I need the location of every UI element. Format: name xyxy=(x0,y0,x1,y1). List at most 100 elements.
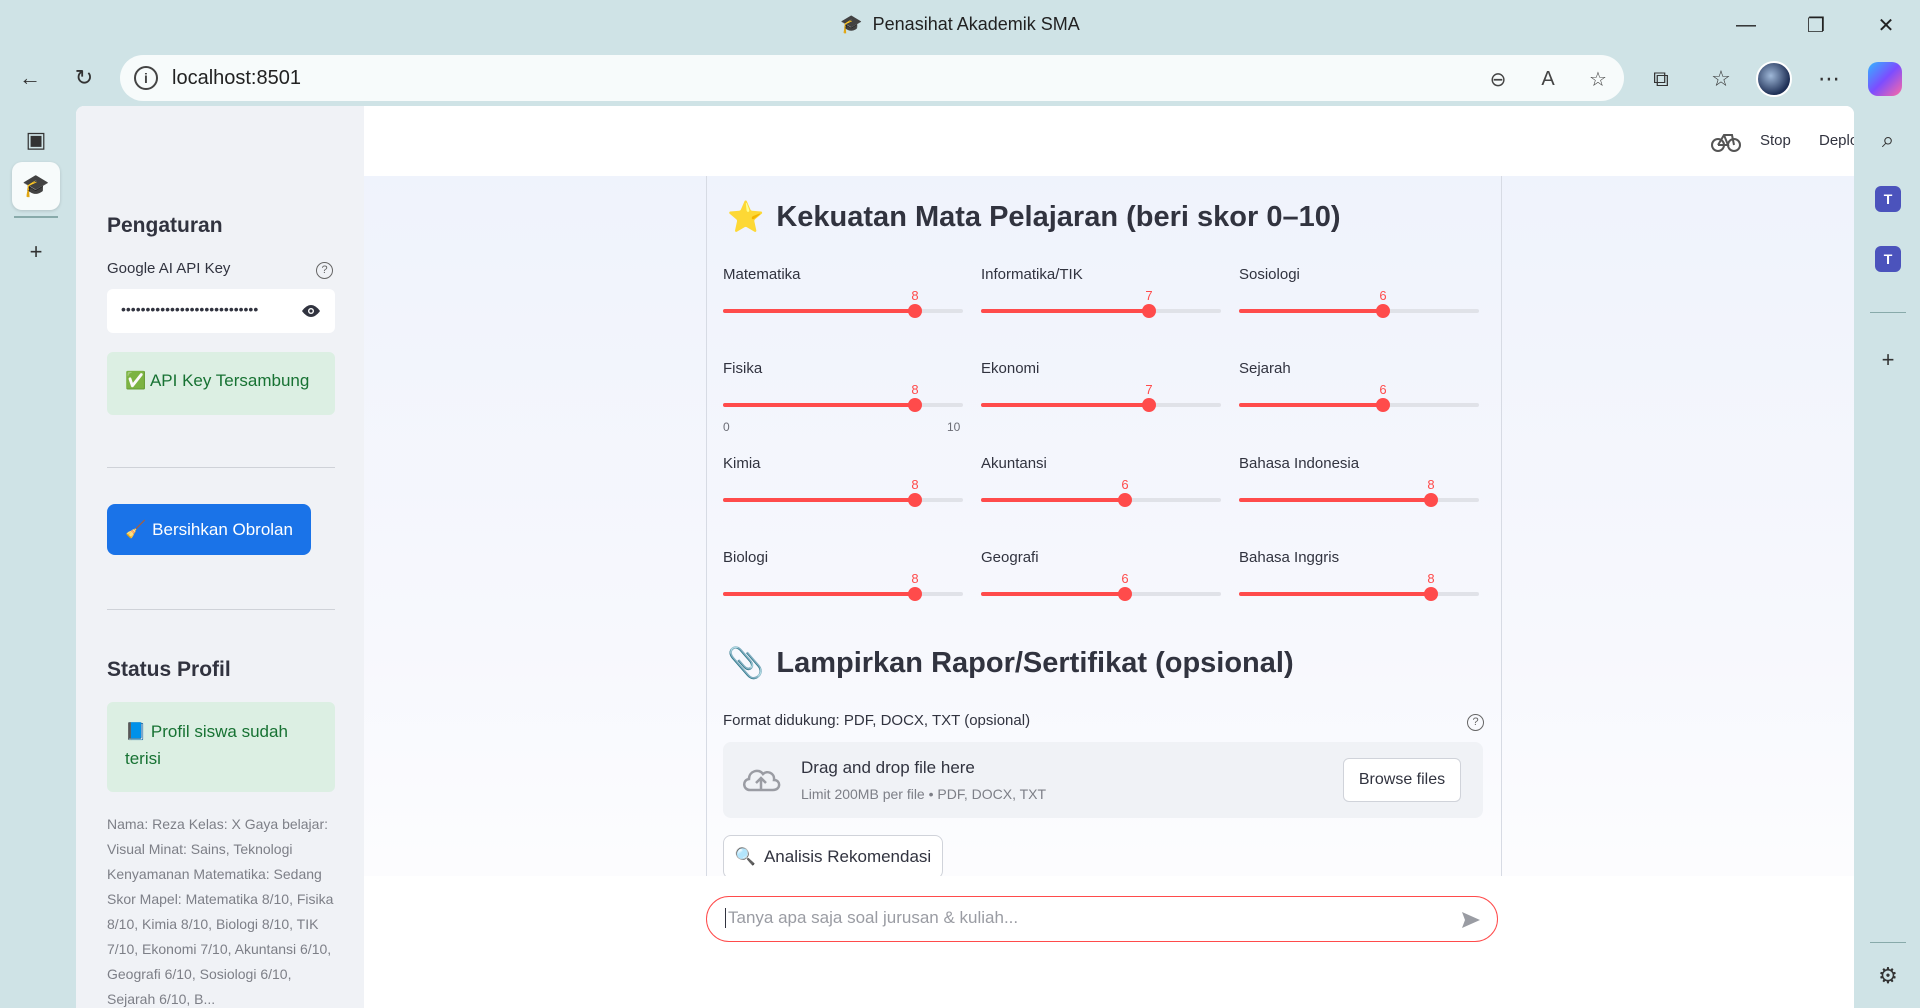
slider-thumb[interactable] xyxy=(908,587,922,601)
paperclip-icon: 📎 xyxy=(727,647,765,680)
slider-label: Fisika xyxy=(723,360,763,377)
favorites-icon[interactable]: ☆ xyxy=(1704,62,1738,96)
slider-thumb[interactable] xyxy=(908,493,922,507)
back-icon[interactable]: ← xyxy=(10,60,50,96)
slider-thumb[interactable] xyxy=(1142,398,1156,412)
url-text[interactable]: localhost:8501 xyxy=(172,67,301,90)
slider-label: Geografi xyxy=(981,549,1039,566)
slider-thumb[interactable] xyxy=(1118,493,1132,507)
edge-sidebar: ⌕ T T + ⚙ xyxy=(1856,106,1920,1008)
subject-slider[interactable]: Akuntansi 6 xyxy=(981,455,1221,545)
clear-chat-button[interactable]: 🧹 Bersihkan Obrolan xyxy=(107,504,311,555)
more-menu-icon[interactable]: ⋯ xyxy=(1812,62,1846,96)
help-question-icon[interactable]: ? xyxy=(316,262,333,279)
slider-track[interactable] xyxy=(1239,493,1479,507)
profile-status-heading: Status Profil xyxy=(107,658,231,681)
active-tab-graduation-cap-icon[interactable]: 🎓 xyxy=(12,162,60,210)
file-dropzone[interactable]: Drag and drop file here Limit 200MB per … xyxy=(723,742,1483,818)
subject-slider[interactable]: Sejarah 6 xyxy=(1239,360,1479,450)
slider-thumb[interactable] xyxy=(1424,493,1438,507)
copilot-icon[interactable] xyxy=(1868,62,1902,96)
api-key-value[interactable]: •••••••••••••••••••••••••••• xyxy=(121,301,258,317)
subject-slider[interactable]: Bahasa Inggris 8 xyxy=(1239,549,1479,639)
subject-slider[interactable]: Matematika 8 xyxy=(723,266,963,356)
attachments-heading: 📎 Lampirkan Rapor/Sertifikat (opsional) xyxy=(727,647,1294,680)
help-question-icon[interactable]: ? xyxy=(1467,714,1484,731)
refresh-icon[interactable]: ↻ xyxy=(64,60,104,96)
subject-slider[interactable]: Ekonomi 7 xyxy=(981,360,1221,450)
subject-slider[interactable]: Informatika/TIK 7 xyxy=(981,266,1221,356)
subject-slider[interactable]: Biologi 8 xyxy=(723,549,963,639)
subject-slider[interactable]: Bahasa Indonesia 8 xyxy=(1239,455,1479,545)
subject-slider[interactable]: Geografi 6 xyxy=(981,549,1221,639)
zoom-out-icon[interactable]: ⊖ xyxy=(1484,65,1512,93)
slider-value: 6 xyxy=(1121,571,1129,586)
cloud-upload-icon xyxy=(743,769,781,792)
subject-slider[interactable]: Fisika 8 0 10 xyxy=(723,360,963,450)
settings-gear-icon[interactable]: ⚙ xyxy=(1870,958,1906,994)
slider-track[interactable] xyxy=(981,398,1221,412)
browse-files-button[interactable]: Browse files xyxy=(1343,758,1461,802)
slider-thumb[interactable] xyxy=(908,304,922,318)
slider-track[interactable] xyxy=(1239,587,1479,601)
slider-value: 8 xyxy=(911,477,919,492)
profile-avatar[interactable] xyxy=(1756,61,1792,97)
favorite-star-icon[interactable]: ☆ xyxy=(1584,65,1612,93)
new-tab-plus-icon[interactable]: + xyxy=(12,228,60,276)
slider-value: 8 xyxy=(1427,477,1435,492)
read-aloud-icon[interactable]: A xyxy=(1534,65,1562,93)
profile-summary-text: Nama: Reza Kelas: X Gaya belajar: Visual… xyxy=(107,816,334,1007)
browser-titlebar: 🎓 Penasihat Akademik SMA — ❐ ✕ xyxy=(0,0,1920,50)
slider-value: 8 xyxy=(911,571,919,586)
edge-sidebar-divider xyxy=(1870,942,1906,943)
site-info-icon[interactable]: i xyxy=(134,66,158,90)
api-key-input[interactable]: •••••••••••••••••••••••••••• xyxy=(107,289,335,333)
slider-thumb[interactable] xyxy=(1376,304,1390,318)
slider-thumb[interactable] xyxy=(1424,587,1438,601)
sidebar-divider xyxy=(107,609,335,610)
send-icon[interactable] xyxy=(1459,908,1483,932)
search-icon[interactable]: ⌕ xyxy=(1870,122,1906,158)
slider-track[interactable] xyxy=(981,587,1221,601)
slider-track[interactable] xyxy=(1239,398,1479,412)
slider-thumb[interactable] xyxy=(1118,587,1132,601)
show-password-eye-icon[interactable] xyxy=(299,299,323,323)
slider-value: 8 xyxy=(1427,571,1435,586)
slider-track[interactable] xyxy=(981,493,1221,507)
subject-slider[interactable]: Kimia 8 xyxy=(723,455,963,545)
slider-track[interactable] xyxy=(723,398,963,412)
slider-min-label: 0 xyxy=(723,420,730,434)
subject-slider[interactable]: Sosiologi 6 xyxy=(1239,266,1479,356)
deploy-button[interactable]: Deploy xyxy=(1819,132,1854,149)
slider-track[interactable] xyxy=(723,304,963,318)
slider-value: 7 xyxy=(1145,382,1153,397)
slider-track[interactable] xyxy=(723,493,963,507)
settings-heading: Pengaturan xyxy=(107,214,223,237)
analyze-recommendation-button[interactable]: 🔍 Analisis Rekomendasi xyxy=(723,835,943,879)
slider-thumb[interactable] xyxy=(908,398,922,412)
window-title: 🎓 Penasihat Akademik SMA xyxy=(840,14,1080,34)
slider-value: 8 xyxy=(911,382,919,397)
slider-thumb[interactable] xyxy=(1142,304,1156,318)
add-app-plus-icon[interactable]: + xyxy=(1870,342,1906,378)
slider-thumb[interactable] xyxy=(1376,398,1390,412)
slider-track[interactable] xyxy=(723,587,963,601)
teams-icon[interactable]: T xyxy=(1875,186,1901,212)
slider-value: 7 xyxy=(1145,288,1153,303)
tab-actions-icon[interactable]: ▣ xyxy=(12,116,60,164)
extensions-icon[interactable]: ⧉ xyxy=(1644,62,1678,96)
graduation-cap-icon: 🎓 xyxy=(840,14,863,34)
restore-button[interactable]: ❐ xyxy=(1794,8,1838,42)
teams-icon[interactable]: T xyxy=(1875,246,1901,272)
chat-placeholder[interactable]: Tanya apa saja soal jurusan & kuliah... xyxy=(725,908,1018,928)
address-bar[interactable]: i localhost:8501 ⊖ A ☆ xyxy=(120,55,1624,101)
slider-value: 6 xyxy=(1121,477,1129,492)
chat-input[interactable]: Tanya apa saja soal jurusan & kuliah... xyxy=(706,896,1498,942)
minimize-button[interactable]: — xyxy=(1724,8,1768,42)
slider-track[interactable] xyxy=(981,304,1221,318)
slider-label: Sejarah xyxy=(1239,360,1291,377)
slider-fill xyxy=(1239,403,1383,407)
slider-track[interactable] xyxy=(1239,304,1479,318)
stop-button[interactable]: Stop xyxy=(1760,132,1791,149)
close-window-button[interactable]: ✕ xyxy=(1864,8,1908,42)
